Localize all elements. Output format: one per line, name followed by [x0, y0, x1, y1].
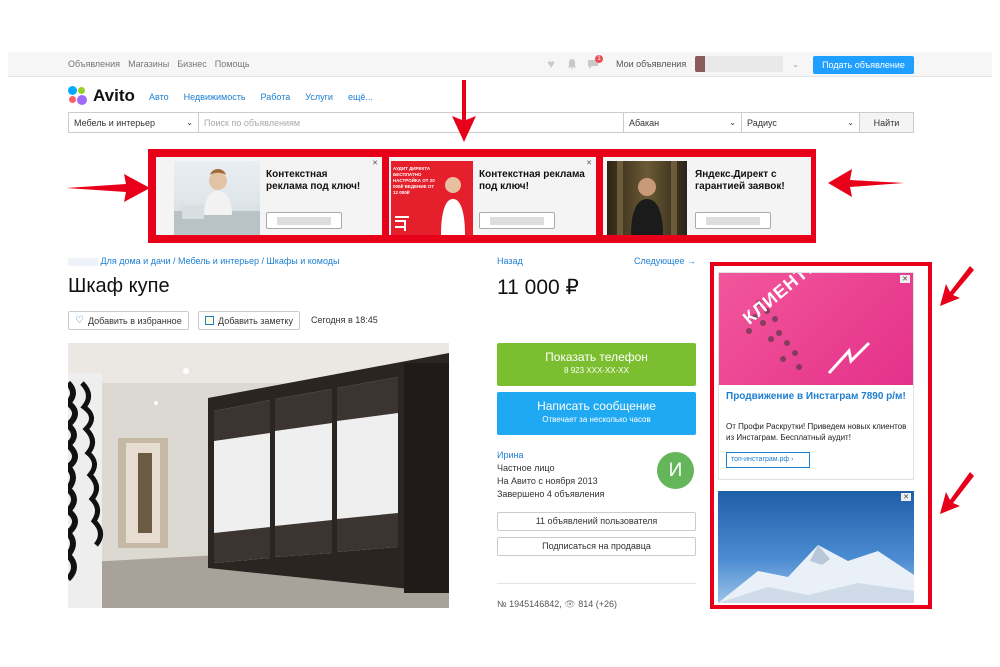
ad-image-caption: АУДИТ ДИРЕКТА БЕСПЛАТНО НАСТРОЙКА ОТ 20 …: [393, 166, 435, 195]
category-select-value: Мебель и интерьер: [74, 117, 155, 128]
seller-avatar[interactable]: И: [657, 452, 694, 489]
search-input[interactable]: Поиск по объявлениям: [199, 113, 624, 132]
top-ad-3[interactable]: Яндекс.Директ с гарантией заявок!: [599, 153, 815, 239]
user-ads-button[interactable]: 11 объявлений пользователя: [497, 512, 696, 531]
arrow-diag-annotation-1: [940, 266, 974, 306]
my-ads-link[interactable]: Мои объявления: [616, 59, 686, 69]
view-count: 814 (+26): [578, 599, 617, 609]
divider: [497, 583, 696, 584]
breadcrumb-path[interactable]: Для дома и дачи / Мебель и интерьер / Шк…: [101, 256, 340, 266]
chevron-down-icon[interactable]: ⌄: [792, 60, 799, 69]
favorites-label: Добавить в избранное: [87, 315, 182, 326]
add-note-button[interactable]: Добавить заметку: [198, 311, 300, 330]
next-link[interactable]: Следующее →: [634, 256, 696, 266]
show-phone-button[interactable]: Показать телефон 8 923 XXX-XX-XX: [497, 343, 696, 386]
add-to-favorites-button[interactable]: ♡ Добавить в избранное: [68, 311, 189, 330]
nav-realty[interactable]: Недвижимость: [184, 92, 246, 102]
eye-icon: 👁: [564, 599, 576, 609]
ad-image-man-in-suit: [607, 161, 687, 235]
ad-title: Яндекс.Директ с гарантией заявок!: [695, 169, 785, 192]
note-icon: [205, 316, 214, 325]
ad-image-promo: АУДИТ ДИРЕКТА БЕСПЛАТНО НАСТРОЙКА ОТ 20 …: [391, 161, 473, 235]
side-ad-instagram[interactable]: КЛИЕНТЫ И... M, FACEBOOK, ✕: [718, 272, 914, 480]
listing-id: № 1945146842,: [497, 599, 562, 609]
top-ad-2[interactable]: АУДИТ ДИРЕКТА БЕСПЛАТНО НАСТРОЙКА ОТ 20 …: [385, 153, 600, 239]
seller-since: На Авито с ноября 2013: [497, 476, 598, 486]
radius-select[interactable]: Радиус ⌄: [742, 113, 860, 132]
top-ad-1[interactable]: Контекстная реклама под ключ! ✕: [152, 153, 386, 239]
category-nav: Авто Недвижимость Работа Услуги ещё...: [149, 92, 373, 102]
side-ad-mountain[interactable]: ✕: [718, 491, 914, 603]
side-ad-title[interactable]: Продвижение в Инстаграм 7890 р/м!: [726, 390, 910, 403]
notification-badge: 1: [595, 55, 603, 63]
search-button[interactable]: Найти: [860, 113, 913, 132]
top-link-ads[interactable]: Объявления: [68, 59, 120, 69]
side-ad-banner: КЛИЕНТЫ И... M, FACEBOOK,: [719, 273, 913, 385]
heart-outline-icon: ♡: [75, 315, 84, 326]
search-bar: Мебель и интерьер ⌄ Поиск по объявлениям…: [68, 112, 914, 133]
write-message-label: Написать сообщение: [537, 399, 656, 413]
close-icon[interactable]: ✕: [372, 159, 378, 167]
price: 11 000 ₽: [497, 276, 579, 299]
logo[interactable]: Avito: [68, 86, 135, 106]
ad-title: Контекстная реклама под ключ!: [266, 169, 361, 192]
user-avatar[interactable]: [695, 56, 784, 72]
arrow-down-annotation: [452, 80, 476, 142]
ad-title: Контекстная реклама под ключ!: [479, 169, 585, 192]
top-right-controls: ♥ 1 Мои объявления ⌄: [545, 55, 799, 72]
response-time: Отвечает за несколько часов: [542, 415, 651, 424]
listing-meta: № 1945146842, 👁 814 (+26): [497, 599, 617, 610]
logo-text: Avito: [93, 86, 135, 105]
city-select-value: Абакан: [629, 117, 660, 128]
phone-number-masked: 8 923 XXX-XX-XX: [564, 366, 629, 375]
arrow-diag-annotation-2: [940, 472, 974, 514]
bell-icon[interactable]: [566, 58, 578, 70]
nav-auto[interactable]: Авто: [149, 92, 169, 102]
write-message-button[interactable]: Написать сообщение Отвечает за несколько…: [497, 392, 696, 435]
listing-photo[interactable]: [68, 343, 449, 608]
close-icon[interactable]: ✕: [901, 493, 911, 501]
back-link[interactable]: Назад: [497, 256, 523, 266]
ad-image-office-woman: [174, 161, 260, 235]
city-select[interactable]: Абакан ⌄: [624, 113, 742, 132]
seller-completed: Завершено 4 объявления: [497, 489, 605, 499]
breadcrumb-city-blurred: [68, 257, 98, 266]
heart-icon[interactable]: ♥: [545, 58, 557, 70]
nav-jobs[interactable]: Работа: [261, 92, 291, 102]
top-links: Объявления Магазины Бизнес Помощь: [68, 59, 250, 69]
top-link-help[interactable]: Помощь: [215, 59, 250, 69]
breadcrumb: Для дома и дачи / Мебель и интерьер / Шк…: [68, 256, 340, 266]
arrow-right-annotation: [828, 169, 904, 197]
ad-cta-button[interactable]: [695, 212, 771, 229]
side-ad-link[interactable]: топ-инстаграм.рф ›: [726, 452, 810, 468]
nav-more[interactable]: ещё...: [348, 92, 373, 102]
chevron-down-icon: ⌄: [847, 118, 854, 127]
post-ad-button[interactable]: Подать объявление: [813, 56, 914, 74]
ad-cta-button[interactable]: [266, 212, 342, 229]
seller-type: Частное лицо: [497, 463, 555, 473]
show-phone-label: Показать телефон: [545, 350, 648, 364]
category-select[interactable]: Мебель и интерьер ⌄: [69, 113, 199, 132]
note-label: Добавить заметку: [218, 315, 293, 326]
ad-cta-button[interactable]: [479, 212, 555, 229]
close-icon[interactable]: ✕: [586, 159, 592, 167]
top-link-shops[interactable]: Магазины: [128, 59, 169, 69]
seller-name[interactable]: Ирина: [497, 449, 604, 462]
seller-info: Ирина Частное лицо На Авито с ноября 201…: [497, 449, 604, 501]
chevron-down-icon: ⌄: [186, 118, 193, 127]
nav-services[interactable]: Услуги: [305, 92, 333, 102]
top-link-business[interactable]: Бизнес: [177, 59, 207, 69]
radius-select-value: Радиус: [747, 117, 777, 128]
subscribe-button[interactable]: Подписаться на продавца: [497, 537, 696, 556]
chevron-down-icon: ⌄: [729, 118, 736, 127]
logo-dots-icon: [68, 86, 88, 106]
publish-date: Сегодня в 18:45: [311, 315, 378, 325]
close-icon[interactable]: ✕: [900, 275, 910, 283]
side-ad-text: От Профи Раскрутки! Приведем новых клиен…: [726, 422, 907, 442]
page-title: Шкаф купе: [68, 275, 170, 297]
arrow-left-annotation: [66, 174, 150, 202]
chat-icon[interactable]: 1: [587, 55, 603, 70]
